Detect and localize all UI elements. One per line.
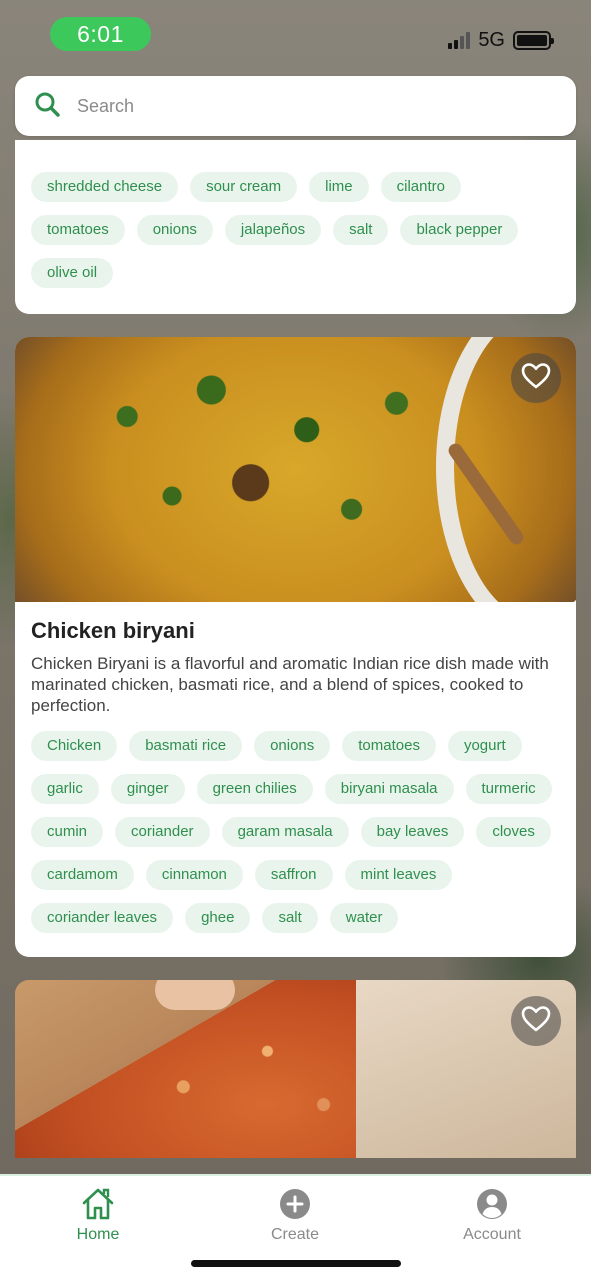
user-circle-icon <box>432 1186 552 1222</box>
ingredient-tag: sour cream <box>190 172 298 202</box>
recipe-card[interactable]: shredded cheese sour cream lime cilantro… <box>15 140 576 314</box>
ingredient-tag: biryani masala <box>324 774 454 804</box>
ingredient-tag: salt <box>333 215 389 245</box>
tab-account[interactable]: Account <box>432 1186 552 1244</box>
tab-create[interactable]: Create <box>235 1186 355 1244</box>
ingredient-tag: black pepper <box>400 215 519 245</box>
heart-icon <box>520 1003 552 1040</box>
search-bar[interactable]: Search <box>15 76 576 136</box>
ingredient-tag: cloves <box>476 817 551 847</box>
battery-icon <box>513 30 554 50</box>
favorite-button[interactable] <box>511 353 561 403</box>
tab-create-label: Create <box>270 1226 320 1243</box>
status-time: 6:01 <box>50 17 151 51</box>
ingredient-tag: turmeric <box>465 774 552 804</box>
ingredient-tag: shredded cheese <box>31 172 179 202</box>
ingredient-tag: cardamom <box>31 860 134 890</box>
ingredient-tag: green chilies <box>196 774 313 804</box>
recipe-description: Chicken Biryani is a flavorful and aroma… <box>31 654 549 715</box>
recipe-title: Chicken biryani <box>31 618 195 643</box>
ingredient-tags: shredded cheese sour cream lime cilantro… <box>31 172 560 288</box>
ingredient-tag: bay leaves <box>360 817 465 847</box>
ingredient-tag: lime <box>309 172 369 202</box>
ingredient-tag: tomatoes <box>31 215 125 245</box>
ingredient-tag: coriander leaves <box>31 903 174 933</box>
ingredient-tag: olive oil <box>31 258 114 288</box>
recipe-card[interactable]: Chicken biryani Chicken Biryani is a fla… <box>15 337 576 957</box>
home-indicator <box>191 1260 401 1267</box>
recipe-card[interactable] <box>15 980 576 1158</box>
tab-home-label: Home <box>76 1226 120 1243</box>
status-bar: 6:01 5G <box>0 0 591 70</box>
ingredient-tag: cumin <box>31 817 104 847</box>
heart-icon <box>520 360 552 397</box>
recipe-image <box>15 337 576 602</box>
tab-account-label: Account <box>463 1226 521 1243</box>
ingredient-tag: ginger <box>110 774 185 804</box>
search-icon <box>33 90 61 123</box>
signal-icon <box>448 31 471 49</box>
ingredient-tag: coriander <box>115 817 210 847</box>
ingredient-tag: cinnamon <box>145 860 243 890</box>
ingredient-tags: Chicken basmati rice onions tomatoes yog… <box>31 731 560 933</box>
recipe-image <box>15 980 576 1158</box>
status-indicators: 5G <box>448 27 554 53</box>
ingredient-tag: cilantro <box>380 172 461 202</box>
ingredient-tag: water <box>329 903 399 933</box>
ingredient-tag: tomatoes <box>342 731 436 761</box>
ingredient-tag: yogurt <box>447 731 522 761</box>
ingredient-tag: salt <box>262 903 318 933</box>
ingredient-tag: ghee <box>185 903 251 933</box>
ingredient-tag: onions <box>136 215 213 245</box>
ingredient-tag: basmati rice <box>129 731 243 761</box>
plus-circle-icon <box>235 1186 355 1222</box>
network-type: 5G <box>478 28 505 51</box>
ingredient-tag: garlic <box>31 774 99 804</box>
favorite-button[interactable] <box>511 996 561 1046</box>
ingredient-tag: mint leaves <box>344 860 453 890</box>
ingredient-tag: saffron <box>254 860 333 890</box>
ingredient-tag: jalapeños <box>224 215 322 245</box>
ingredient-tag: garam masala <box>221 817 349 847</box>
search-input[interactable]: Search <box>77 96 134 117</box>
tab-home[interactable]: Home <box>38 1186 158 1244</box>
ingredient-tag: Chicken <box>31 731 118 761</box>
home-icon <box>38 1186 158 1222</box>
ingredient-tag: onions <box>254 731 331 761</box>
